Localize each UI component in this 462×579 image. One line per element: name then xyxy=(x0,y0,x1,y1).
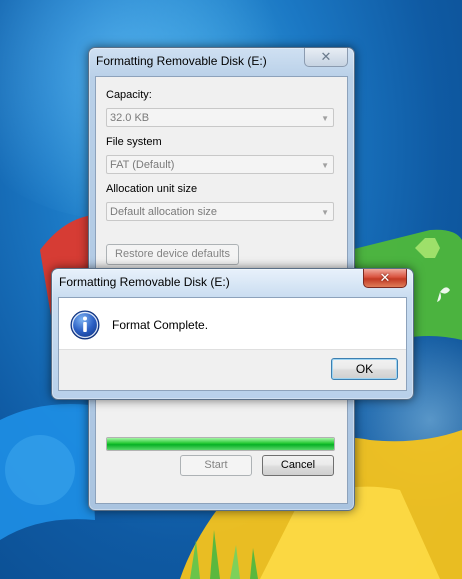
allocation-value: Default allocation size xyxy=(110,206,218,218)
close-icon: ✕ xyxy=(379,270,391,285)
chevron-down-icon: ▼ xyxy=(321,161,329,170)
filesystem-label: File system xyxy=(106,136,162,148)
progress-fill xyxy=(107,438,334,450)
capacity-value: 32.0 KB xyxy=(110,112,150,124)
close-icon: ✕ xyxy=(320,49,332,64)
close-button[interactable]: ✕ xyxy=(363,269,407,288)
window-title: Formatting Removable Disk (E:) xyxy=(96,54,267,68)
ok-button[interactable]: OK xyxy=(331,358,398,380)
info-icon xyxy=(70,310,100,340)
capacity-dropdown[interactable]: 32.0 KB ▼ xyxy=(106,108,334,127)
close-button[interactable]: ✕ xyxy=(304,48,348,67)
filesystem-dropdown[interactable]: FAT (Default) ▼ xyxy=(106,155,334,174)
dialog-title: Formatting Removable Disk (E:) xyxy=(59,275,230,289)
format-progress-bar xyxy=(106,437,335,451)
capacity-label: Capacity: xyxy=(106,89,152,101)
chevron-down-icon: ▼ xyxy=(321,114,329,123)
restore-defaults-button[interactable]: Restore device defaults xyxy=(106,244,239,265)
allocation-label: Allocation unit size xyxy=(106,183,198,195)
filesystem-value: FAT (Default) xyxy=(110,159,175,171)
allocation-dropdown[interactable]: Default allocation size ▼ xyxy=(106,202,334,221)
message-text: Format Complete. xyxy=(112,318,209,332)
chevron-down-icon: ▼ xyxy=(321,208,329,217)
start-button[interactable]: Start xyxy=(180,455,252,476)
cancel-button[interactable]: Cancel xyxy=(262,455,334,476)
dialog-body: Format Complete. OK xyxy=(58,297,407,391)
format-complete-dialog: Formatting Removable Disk (E:) ✕ Format … xyxy=(51,268,414,400)
dialog-footer: OK xyxy=(59,349,406,390)
